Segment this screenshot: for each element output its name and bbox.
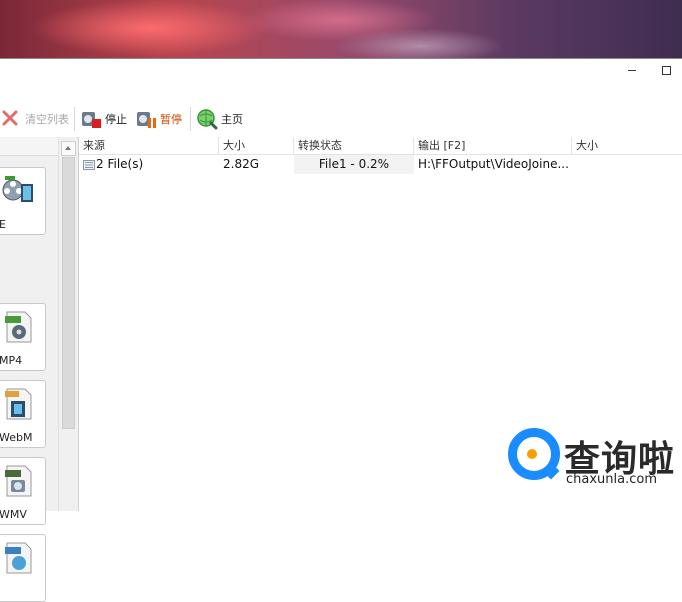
scrollbar-thumb[interactable] [62, 157, 75, 429]
column-header-status[interactable]: 转换状态 [294, 137, 414, 154]
mov-file-icon [1, 541, 35, 575]
format-tile-video[interactable]: E [0, 167, 46, 235]
format-panel: E MP4 WebM WMV [0, 137, 79, 602]
clear-list-button[interactable]: 清空列表 [0, 106, 69, 132]
format-tile-mp4[interactable]: MP4 [0, 303, 46, 371]
format-panel-header [0, 137, 58, 156]
film-reel-icon [1, 174, 35, 208]
pause-label: 暂停 [160, 113, 182, 126]
clear-list-label: 清空列表 [25, 113, 69, 126]
maximize-icon[interactable] [662, 66, 671, 75]
column-header-size[interactable]: 大小 [219, 137, 294, 154]
webm-file-icon [1, 387, 35, 421]
home-label: 主页 [221, 113, 243, 126]
minimize-icon[interactable] [628, 70, 636, 71]
row-status: File1 - 0.2% [294, 155, 414, 174]
window-controls [622, 63, 682, 83]
row-size: 2.82G [223, 157, 260, 171]
watermark: 查询啦 chaxunla.com [508, 428, 680, 508]
toolbar-separator [74, 107, 75, 131]
format-tile-label: WebM [0, 431, 33, 444]
format-tile-wmv[interactable]: WMV [0, 457, 46, 525]
watermark-url: chaxunla.com [566, 472, 657, 487]
clear-x-icon [0, 108, 22, 130]
stop-label: 停止 [105, 113, 127, 126]
format-tile-label: E [0, 218, 6, 231]
desktop-wallpaper [0, 0, 682, 58]
row-output: H:\FFOutput\VideoJoine... [418, 157, 569, 171]
format-tile-label: MP4 [0, 354, 23, 367]
stop-button[interactable]: 停止 [80, 106, 127, 132]
format-tile-mov[interactable] [0, 534, 46, 602]
home-button[interactable]: 主页 [196, 106, 243, 132]
mp4-file-icon [1, 310, 35, 344]
pause-button[interactable]: 暂停 [135, 106, 182, 132]
file-group-icon [83, 155, 97, 174]
wmv-file-icon [1, 464, 35, 498]
table-row[interactable]: 2 File(s) 2.82G File1 - 0.2% H:\FFOutput… [79, 155, 682, 174]
toolbar-separator [190, 107, 191, 131]
column-header-output[interactable]: 输出 [F2] [414, 137, 572, 154]
stop-icon [80, 108, 102, 130]
toolbar: 清空列表 停止 暂停 主页 [0, 103, 682, 135]
scroll-up-arrow-icon[interactable] [61, 141, 76, 156]
watermark-logo-icon [508, 428, 560, 480]
column-header-output-size[interactable]: 大小 [572, 137, 682, 154]
format-tile-webm[interactable]: WebM [0, 380, 46, 448]
column-header-source[interactable]: 来源 [79, 137, 219, 154]
home-globe-icon [196, 108, 218, 130]
task-list-header: 来源 大小 转换状态 输出 [F2] 大小 [79, 137, 682, 155]
format-panel-scrollbar[interactable] [58, 137, 77, 511]
pause-icon [135, 108, 157, 130]
row-output-size [576, 155, 676, 174]
row-source: 2 File(s) [96, 157, 144, 171]
